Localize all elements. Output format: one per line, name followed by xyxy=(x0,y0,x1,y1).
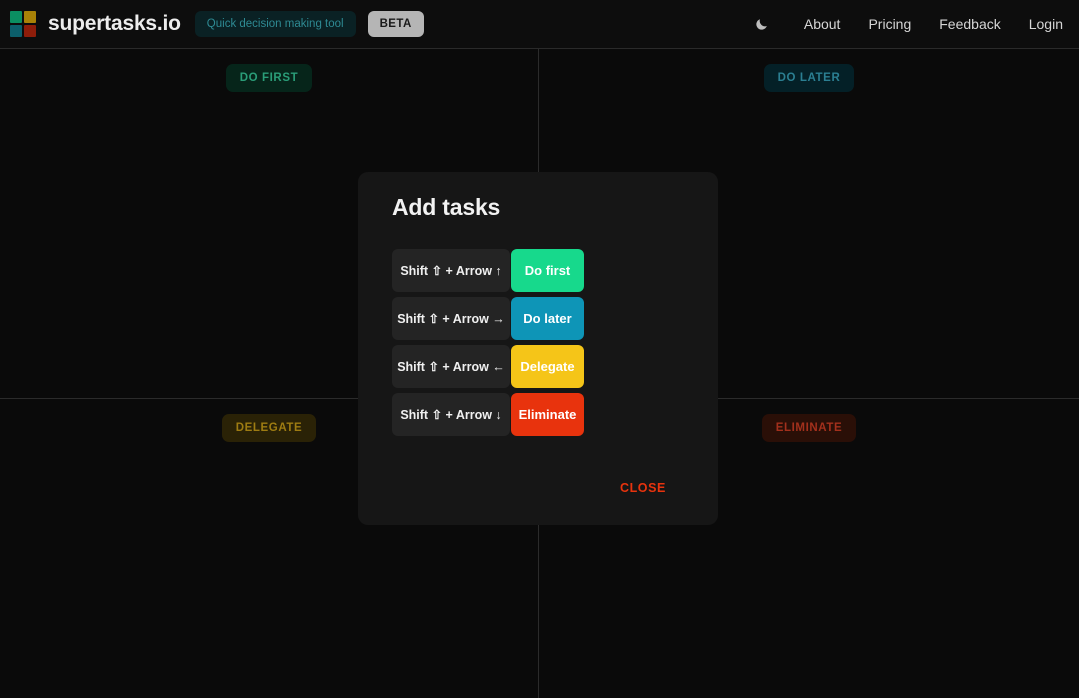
delegate-button[interactable]: Delegate xyxy=(511,345,584,388)
do-later-button[interactable]: Do later xyxy=(511,297,584,340)
shortcut-list: Shift ⇧ + Arrow ↑ Do first Shift ⇧ + Arr… xyxy=(378,249,698,436)
logo-square-bottom-right xyxy=(24,25,36,37)
shortcut-row-eliminate: Shift ⇧ + Arrow ↓ Eliminate xyxy=(392,393,698,436)
eliminate-button[interactable]: Eliminate xyxy=(511,393,584,436)
modal-title: Add tasks xyxy=(392,194,501,220)
nav-link-about[interactable]: About xyxy=(804,16,841,32)
moon-icon[interactable] xyxy=(752,14,772,34)
quadrant-badge-do-later: DO LATER xyxy=(763,64,855,92)
logo-square-bottom-left xyxy=(10,25,22,37)
shortcut-keys-delegate: Shift ⇧ + Arrow ← xyxy=(392,345,510,388)
logo-square-top-left xyxy=(10,11,22,23)
brand-name[interactable]: supertasks.io xyxy=(48,12,181,36)
shortcut-row-delegate: Shift ⇧ + Arrow ← Delegate xyxy=(392,345,698,388)
add-tasks-modal: Add tasks Shift ⇧ + Arrow ↑ Do first Shi… xyxy=(358,172,718,525)
quadrant-badge-do-first: DO FIRST xyxy=(225,64,313,92)
quadrant-badge-eliminate: ELIMINATE xyxy=(761,414,857,442)
main-nav: About Pricing Feedback Login xyxy=(752,14,1063,34)
quadrant-badge-delegate: DELEGATE xyxy=(221,414,317,442)
nav-link-login[interactable]: Login xyxy=(1029,16,1063,32)
close-button[interactable]: CLOSE xyxy=(612,475,674,501)
tagline-pill: Quick decision making tool xyxy=(194,11,356,37)
logo-icon[interactable] xyxy=(10,11,36,37)
shortcut-keys-eliminate: Shift ⇧ + Arrow ↓ xyxy=(392,393,510,436)
shortcut-row-do-first: Shift ⇧ + Arrow ↑ Do first xyxy=(392,249,698,292)
shortcut-row-do-later: Shift ⇧ + Arrow → Do later xyxy=(392,297,698,340)
shortcut-keys-do-first: Shift ⇧ + Arrow ↑ xyxy=(392,249,510,292)
logo-square-top-right xyxy=(24,11,36,23)
shortcut-keys-do-later: Shift ⇧ + Arrow → xyxy=(392,297,510,340)
nav-link-pricing[interactable]: Pricing xyxy=(868,16,911,32)
nav-link-feedback[interactable]: Feedback xyxy=(939,16,1000,32)
beta-badge: BETA xyxy=(367,11,424,37)
app-header: supertasks.io Quick decision making tool… xyxy=(0,0,1079,49)
modal-footer: CLOSE xyxy=(378,475,698,525)
do-first-button[interactable]: Do first xyxy=(511,249,584,292)
